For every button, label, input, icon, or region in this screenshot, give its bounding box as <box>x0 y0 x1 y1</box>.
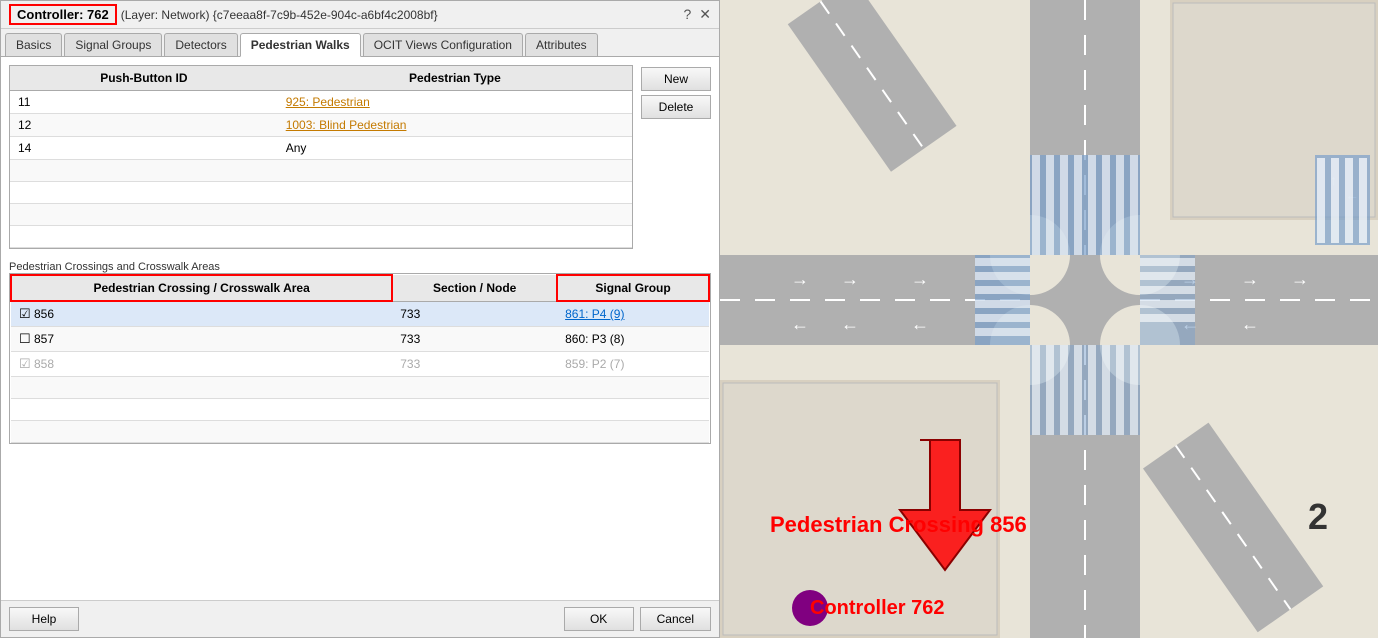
delete-button[interactable]: Delete <box>641 95 711 119</box>
pedestrian-type-link[interactable]: 1003: Blind Pedestrian <box>286 118 407 132</box>
push-button-table-wrapper: Push-Button ID Pedestrian Type 11 925: P… <box>9 65 633 249</box>
help-button[interactable]: Help <box>9 607 79 631</box>
pedestrian-type-cell[interactable]: 1003: Blind Pedestrian <box>278 114 632 137</box>
tab-basics[interactable]: Basics <box>5 33 62 56</box>
controller-badge: Controller: 762 <box>9 4 117 25</box>
col-signal-group: Signal Group <box>557 275 709 301</box>
cancel-button[interactable]: Cancel <box>640 607 711 631</box>
crosswalk-row-856[interactable]: 856 733 861: P4 (9) <box>11 301 709 327</box>
table-row[interactable]: 12 1003: Blind Pedestrian <box>10 114 632 137</box>
crosswalk-section-label: Pedestrian Crossings and Crosswalk Areas <box>9 261 711 273</box>
crossing-id-cell: 856 <box>11 301 392 327</box>
bottom-bar: Help OK Cancel <box>1 600 719 637</box>
crosswalk-table: Pedestrian Crossing / Crosswalk Area Sec… <box>10 274 710 443</box>
col-pedestrian-type: Pedestrian Type <box>278 66 632 91</box>
title-bar-left: Controller: 762 (Layer: Network) {c7eeaa… <box>9 4 438 25</box>
col-section-node: Section / Node <box>392 275 557 301</box>
svg-text:←: ← <box>791 314 809 334</box>
col-pedestrian-crossing: Pedestrian Crossing / Crosswalk Area <box>11 275 392 301</box>
map-svg: → → → ← ← ← → → → ← ← <box>720 0 1378 638</box>
section-node-cell: 733 <box>392 301 557 327</box>
signal-group-cell[interactable]: 861: P4 (9) <box>557 301 709 327</box>
signal-group-cell: 860: P3 (8) <box>557 327 709 352</box>
checkbox-856[interactable] <box>19 307 31 321</box>
title-bar: Controller: 762 (Layer: Network) {c7eeaa… <box>1 1 719 29</box>
left-panel: Controller: 762 (Layer: Network) {c7eeaa… <box>0 0 720 638</box>
ok-button[interactable]: OK <box>564 607 634 631</box>
svg-text:→: → <box>911 269 929 289</box>
map-pedestrian-label: Pedestrian Crossing 856 <box>770 512 1027 538</box>
tabs-bar: Basics Signal Groups Detectors Pedestria… <box>1 29 719 57</box>
tab-pedestrian-walks[interactable]: Pedestrian Walks <box>240 33 361 57</box>
crossing-id-cell: 858 <box>11 352 392 377</box>
tab-detectors[interactable]: Detectors <box>164 33 237 56</box>
pedestrian-type-link[interactable]: 925: Pedestrian <box>286 95 370 109</box>
pedestrian-type-cell: Any <box>278 137 632 160</box>
crossing-id-cell: 857 <box>11 327 392 352</box>
signal-group-link[interactable]: 861: P4 (9) <box>565 307 624 321</box>
svg-text:←: ← <box>841 314 859 334</box>
signal-group-cell: 859: P2 (7) <box>557 352 709 377</box>
crosswalk-row-857[interactable]: 857 733 860: P3 (8) <box>11 327 709 352</box>
svg-text:→: → <box>1291 269 1309 289</box>
table-row[interactable]: 14 Any <box>10 137 632 160</box>
push-button-section: Push-Button ID Pedestrian Type 11 925: P… <box>9 65 711 249</box>
map-controller-label: Controller 762 <box>810 597 944 620</box>
map-panel: → → → ← ← ← → → → ← ← <box>720 0 1378 638</box>
svg-text:←: ← <box>1241 314 1259 334</box>
bottom-right-buttons: OK Cancel <box>564 607 711 631</box>
svg-text:→: → <box>841 269 859 289</box>
crosswalk-section: Pedestrian Crossings and Crosswalk Areas… <box>9 257 711 444</box>
section-node-cell: 733 <box>392 352 557 377</box>
svg-text:←: ← <box>911 314 929 334</box>
empty-row <box>10 182 632 204</box>
push-button-table: Push-Button ID Pedestrian Type 11 925: P… <box>10 66 632 248</box>
title-bar-subtitle: (Layer: Network) {c7eeaa8f-7c9b-452e-904… <box>121 8 438 22</box>
tab-attributes[interactable]: Attributes <box>525 33 598 56</box>
push-button-btn-group: New Delete <box>641 65 711 249</box>
content-area: Push-Button ID Pedestrian Type 11 925: P… <box>1 57 719 600</box>
svg-text:→: → <box>1241 269 1259 289</box>
title-bar-icons: ? ✕ <box>683 6 711 23</box>
empty-row <box>11 377 709 399</box>
crosswalk-table-wrapper: Pedestrian Crossing / Crosswalk Area Sec… <box>9 273 711 444</box>
push-button-id-cell: 12 <box>10 114 278 137</box>
crosswalk-row-858[interactable]: 858 733 859: P2 (7) <box>11 352 709 377</box>
empty-row <box>10 204 632 226</box>
table-row[interactable]: 11 925: Pedestrian <box>10 91 632 114</box>
close-icon[interactable]: ✕ <box>699 6 711 23</box>
section-node-cell: 733 <box>392 327 557 352</box>
empty-row <box>10 226 632 248</box>
push-button-id-cell: 14 <box>10 137 278 160</box>
empty-row <box>11 399 709 421</box>
checkbox-857[interactable] <box>19 332 31 346</box>
push-button-id-cell: 11 <box>10 91 278 114</box>
tab-ocit-views[interactable]: OCIT Views Configuration <box>363 33 523 56</box>
tab-signal-groups[interactable]: Signal Groups <box>64 33 162 56</box>
empty-row <box>10 160 632 182</box>
new-button[interactable]: New <box>641 67 711 91</box>
col-push-button-id: Push-Button ID <box>10 66 278 91</box>
map-number: 2 <box>1308 496 1328 538</box>
pedestrian-type-cell[interactable]: 925: Pedestrian <box>278 91 632 114</box>
svg-text:→: → <box>791 269 809 289</box>
empty-row <box>11 421 709 443</box>
checkbox-858[interactable] <box>19 357 31 371</box>
help-icon[interactable]: ? <box>683 6 691 23</box>
